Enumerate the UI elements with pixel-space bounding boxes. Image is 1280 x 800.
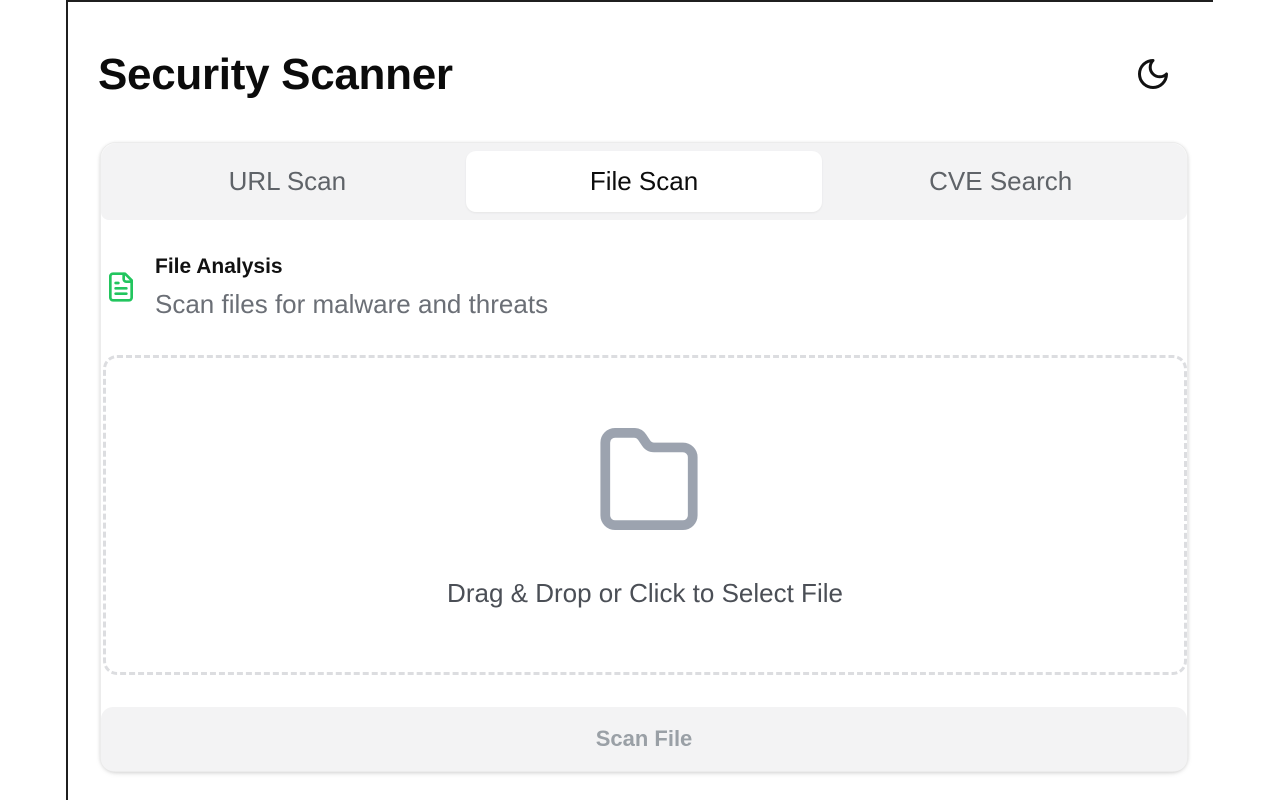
tab-file-scan[interactable]: File Scan [465, 151, 823, 212]
scan-file-button[interactable]: Scan File [101, 707, 1187, 771]
page-title: Security Scanner [98, 50, 453, 99]
tab-url-scan[interactable]: URL Scan [109, 151, 466, 212]
file-dropzone[interactable]: Drag & Drop or Click to Select File [103, 355, 1187, 675]
tab-cve-search[interactable]: CVE Search [822, 151, 1179, 212]
file-text-icon [109, 272, 133, 302]
app-window: Security Scanner URL Scan File Scan CVE … [66, 0, 1213, 800]
dropzone-label: Drag & Drop or Click to Select File [447, 578, 843, 608]
header: Security Scanner [98, 48, 1173, 108]
section-title: File Analysis [155, 255, 283, 278]
tab-bar: URL Scan File Scan CVE Search [101, 143, 1187, 220]
folder-icon [600, 428, 698, 530]
moon-icon [1138, 59, 1168, 89]
scanner-card: URL Scan File Scan CVE Search File Analy… [100, 142, 1188, 772]
section-subtitle: Scan files for malware and threats [155, 289, 549, 319]
theme-toggle-button[interactable] [1133, 54, 1173, 94]
